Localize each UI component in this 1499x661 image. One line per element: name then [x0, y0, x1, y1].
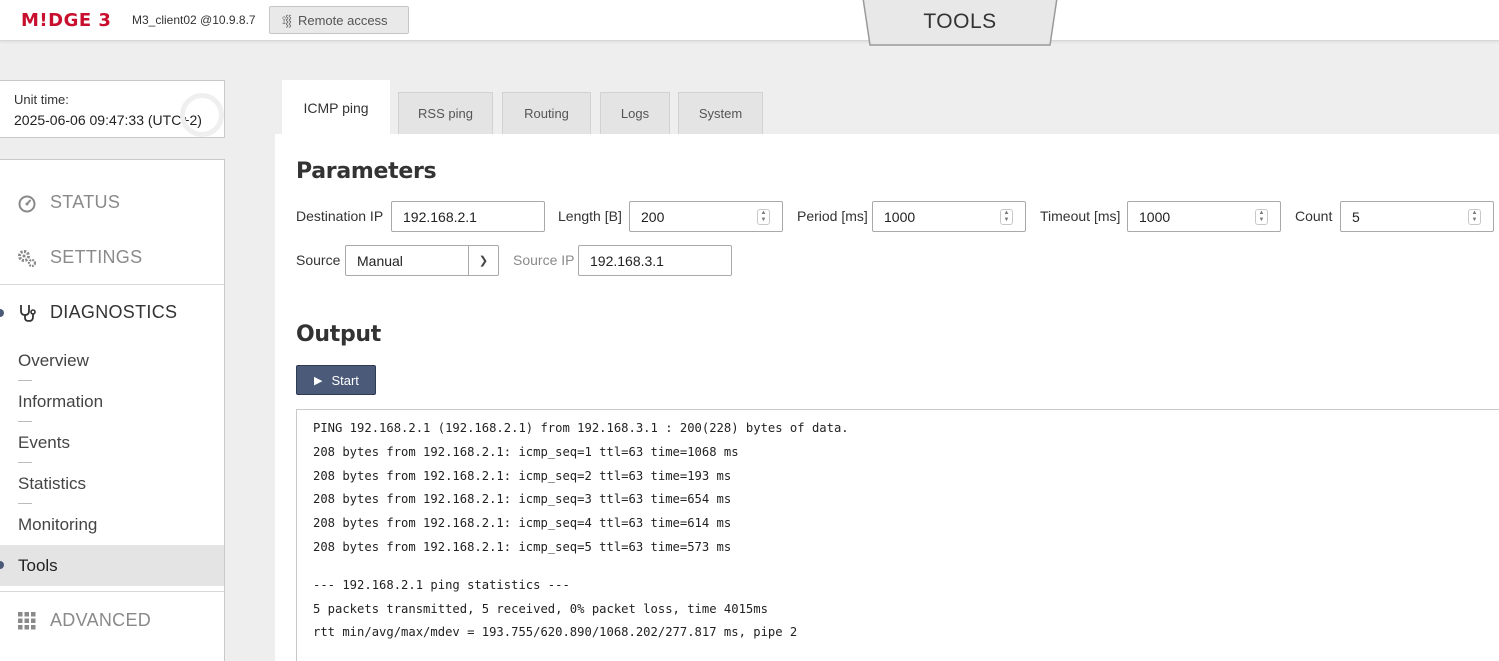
play-icon: ▶ — [314, 374, 323, 387]
subitem-label: Monitoring — [18, 514, 98, 534]
sidebar-item-label: ADVANCED — [50, 610, 152, 630]
output-console[interactable]: PING 192.168.2.1 (192.168.2.1) from 192.… — [296, 409, 1499, 661]
spinner-icon[interactable]: ▲ ▼ — [1468, 209, 1481, 225]
output-line: 208 bytes from 192.168.2.1: icmp_seq=2 t… — [313, 468, 732, 483]
sidebar-item-status[interactable]: STATUS — [0, 175, 224, 230]
length-input[interactable]: 200 ▲ ▼ — [629, 201, 783, 232]
timeout-label: Timeout [ms] — [1040, 208, 1121, 224]
period-value: 1000 — [884, 208, 916, 225]
unit-time-panel: Unit time: 2025-06-06 09:47:33 (UTC+2) — [0, 80, 225, 138]
output-line: PING 192.168.2.1 (192.168.2.1) from 192.… — [313, 421, 849, 435]
top-bar: M!DGE 3 M3_client02 @10.9.8.7 ⟟⸾⸾ Remote… — [0, 0, 1499, 41]
source-label: Source — [296, 252, 341, 268]
sidebar-subitem-events[interactable]: Events — [0, 422, 224, 463]
count-value: 5 — [1352, 208, 1360, 225]
tab-system[interactable]: System — [678, 92, 763, 134]
spinner-icon[interactable]: ▲ ▼ — [1255, 209, 1268, 225]
length-label: Length [B] — [558, 208, 622, 224]
sidebar-item-label: SETTINGS — [50, 247, 143, 267]
subitem-label: Tools — [18, 555, 58, 575]
divider — [0, 591, 224, 592]
count-label: Count — [1295, 208, 1333, 224]
remote-access-label: Remote access — [297, 12, 388, 28]
remote-access-button[interactable]: ⟟⸾⸾ Remote access — [269, 6, 409, 34]
tab-logs[interactable]: Logs — [600, 92, 670, 134]
grid-icon — [17, 611, 37, 631]
gears-icon — [17, 248, 37, 268]
connection-info: M3_client02 @10.9.8.7 — [132, 13, 256, 27]
sidebar-item-settings[interactable]: SETTINGS — [0, 230, 224, 285]
app-logo[interactable]: M!DGE 3 — [21, 10, 111, 31]
start-label: Start — [331, 372, 359, 388]
timeout-input[interactable]: 1000 ▲ ▼ — [1127, 201, 1281, 232]
sidebar-subitem-statistics[interactable]: Statistics — [0, 463, 224, 504]
period-input[interactable]: 1000 ▲ ▼ — [872, 201, 1026, 232]
output-stats-line: --- 192.168.2.1 ping statistics --- — [313, 577, 570, 592]
spinner-icon[interactable]: ▲ ▼ — [1000, 209, 1013, 225]
output-line: 208 bytes from 192.168.2.1: icmp_seq=1 t… — [313, 444, 739, 459]
output-line: 208 bytes from 192.168.2.1: icmp_seq=4 t… — [313, 516, 732, 531]
spinner-icon[interactable]: ▲ ▼ — [757, 209, 770, 225]
sidebar-subitem-information[interactable]: Information — [0, 381, 224, 422]
output-line: 208 bytes from 192.168.2.1: icmp_seq=3 t… — [313, 492, 732, 507]
destination-ip-label: Destination IP — [296, 208, 384, 224]
tab-icmp-ping[interactable]: ICMP ping — [282, 80, 390, 135]
source-ip-input[interactable]: 192.168.3.1 — [578, 245, 732, 276]
sidebar-item-label: STATUS — [50, 192, 121, 212]
parameters-heading: Parameters — [296, 159, 437, 184]
clock-watermark-icon — [180, 93, 224, 137]
chevron-down-icon[interactable]: ❯ — [468, 246, 498, 275]
tab-rss-ping[interactable]: RSS ping — [398, 92, 493, 134]
output-stats-line: 5 packets transmitted, 5 received, 0% pa… — [313, 601, 768, 616]
destination-ip-input[interactable]: 192.168.2.1 — [391, 201, 545, 232]
sidebar-subitem-monitoring[interactable]: Monitoring — [0, 504, 224, 545]
subitem-label: Events — [18, 432, 70, 452]
sidebar: STATUS SETTINGS DIAGNOSTICS Overview Inf… — [0, 159, 225, 661]
antenna-icon: ⟟⸾⸾ — [282, 14, 292, 27]
start-button[interactable]: ▶ Start — [296, 365, 376, 395]
sidebar-item-label: DIAGNOSTICS — [50, 302, 178, 322]
subitem-label: Information — [18, 391, 104, 411]
length-value: 200 — [641, 208, 665, 225]
source-value: Manual — [357, 252, 403, 269]
source-select[interactable]: Manual ❯ — [345, 245, 499, 276]
output-line: 208 bytes from 192.168.2.1: icmp_seq=5 t… — [313, 539, 732, 554]
section-title: TOOLS — [923, 10, 997, 33]
output-heading: Output — [296, 322, 382, 347]
subitem-label: Statistics — [18, 473, 87, 493]
count-input[interactable]: 5 ▲ ▼ — [1340, 201, 1494, 232]
subitem-label: Overview — [18, 350, 89, 370]
timeout-value: 1000 — [1139, 208, 1171, 225]
section-title-tab: TOOLS — [862, 0, 1058, 47]
stethoscope-icon — [17, 303, 37, 323]
output-stats-line: rtt min/avg/max/mdev = 193.755/620.890/1… — [313, 625, 798, 640]
period-label: Period [ms] — [797, 208, 868, 224]
sidebar-subitem-overview[interactable]: Overview — [0, 340, 224, 381]
sidebar-subitem-tools[interactable]: Tools — [0, 545, 224, 586]
sidebar-item-diagnostics[interactable]: DIAGNOSTICS — [0, 285, 224, 340]
sidebar-item-advanced[interactable]: ADVANCED — [0, 593, 224, 648]
tab-routing[interactable]: Routing — [502, 92, 591, 134]
gauge-icon — [17, 193, 37, 213]
source-ip-label: Source IP — [513, 252, 575, 268]
